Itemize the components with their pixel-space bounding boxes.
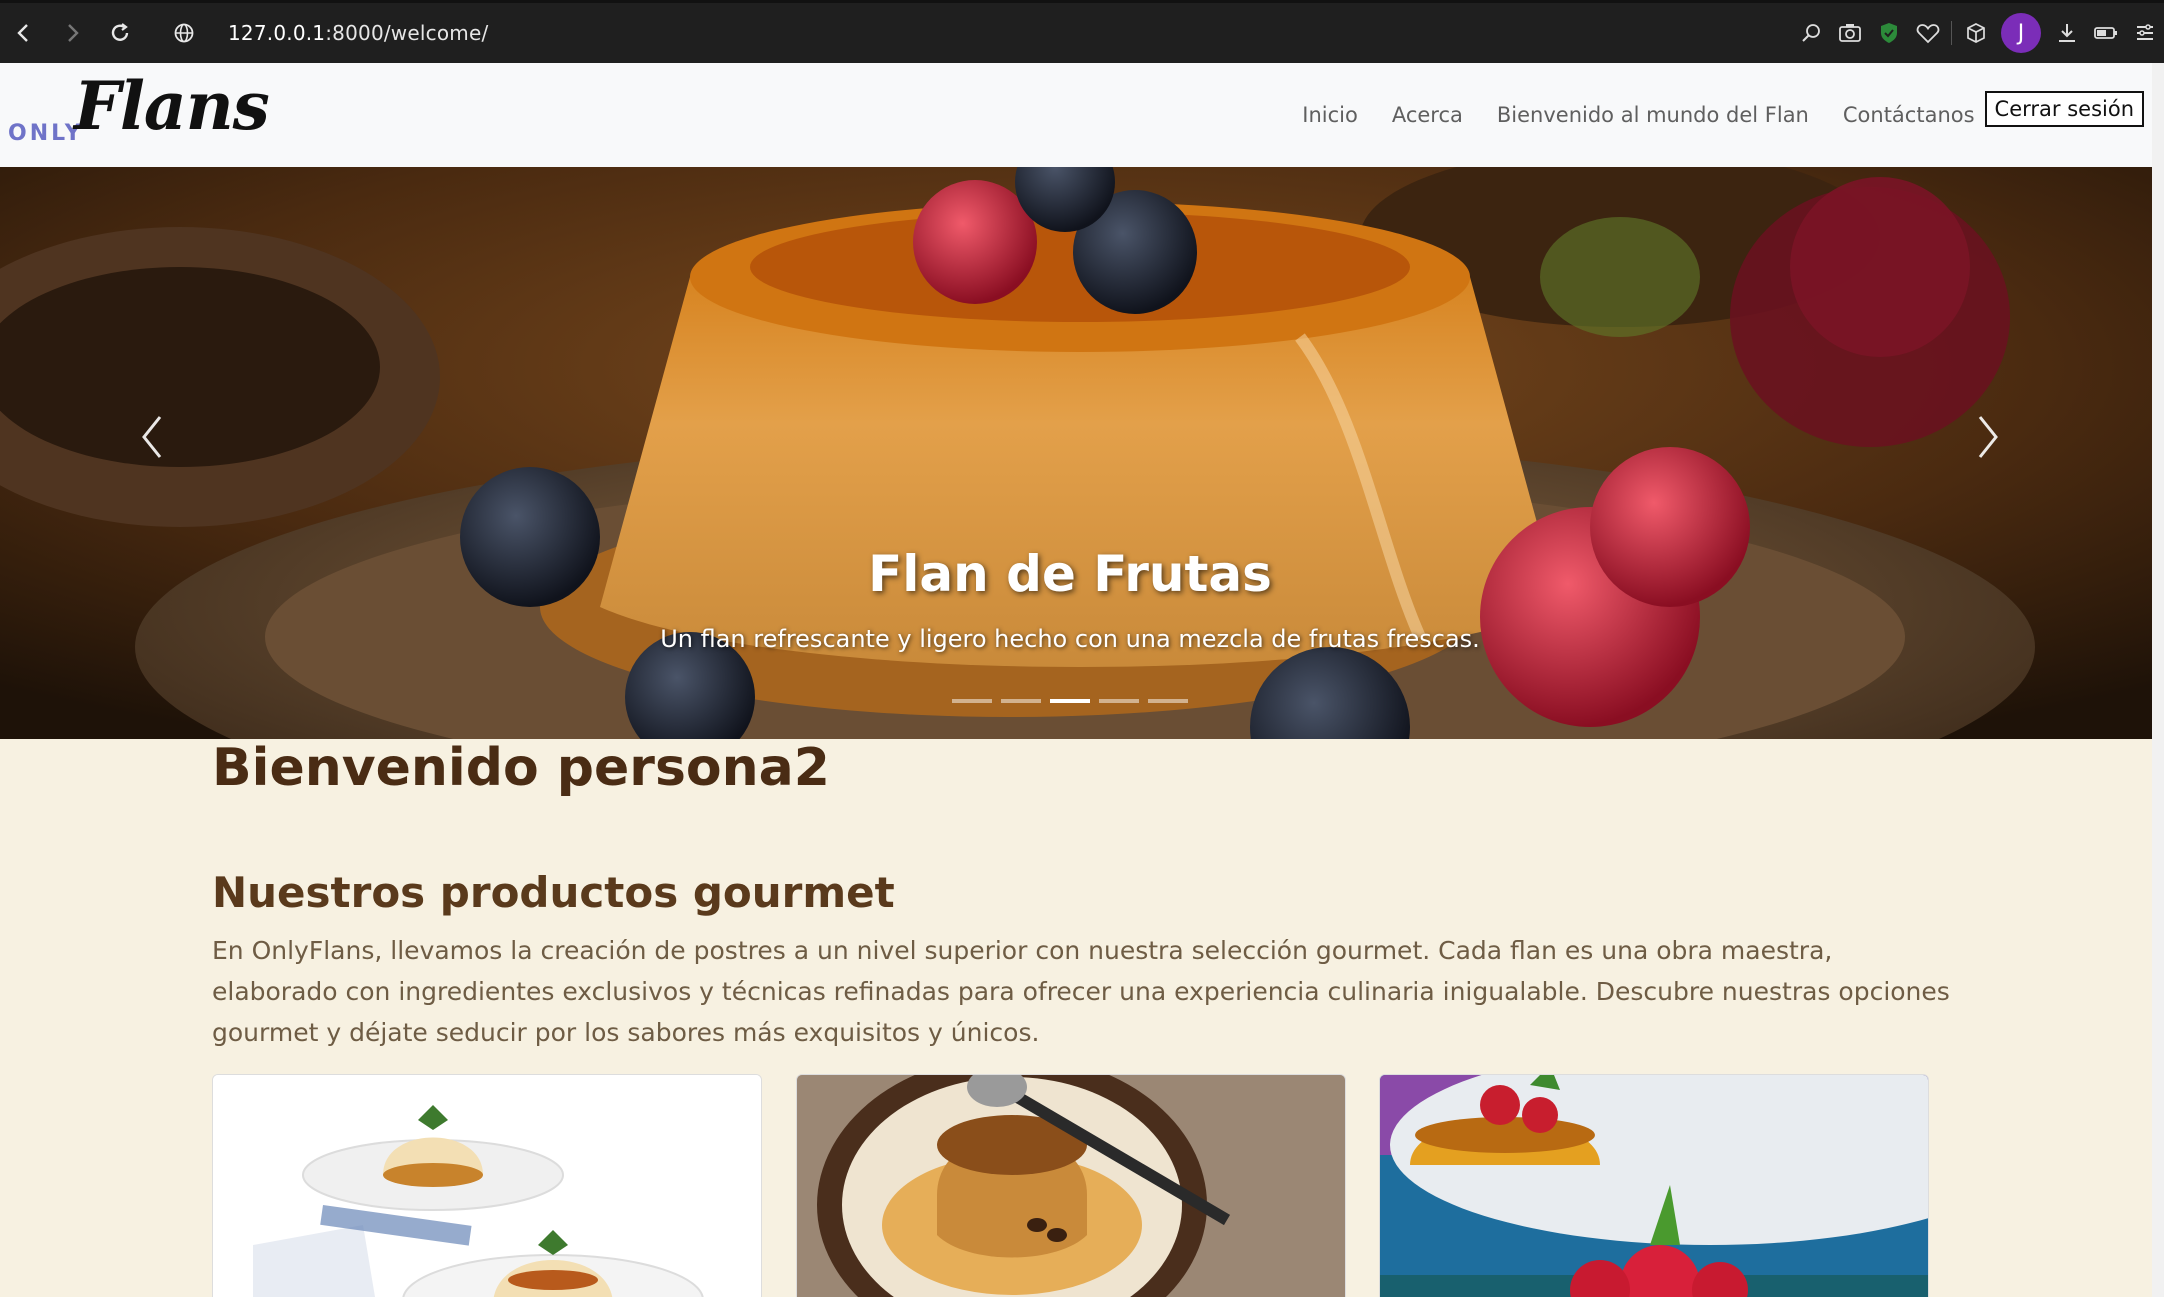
reload-icon[interactable] bbox=[96, 9, 144, 57]
url-host: 127.0.0.1 bbox=[228, 21, 326, 45]
menu-icon[interactable] bbox=[2125, 11, 2164, 55]
url-path: :8000/welcome/ bbox=[325, 21, 489, 45]
product-image bbox=[1380, 1075, 1928, 1297]
search-icon[interactable] bbox=[1791, 11, 1830, 55]
page-scrollbar[interactable] bbox=[2152, 63, 2164, 1297]
address-bar[interactable]: 127.0.0.1:8000/welcome/ bbox=[228, 21, 488, 45]
carousel-indicator[interactable] bbox=[1148, 699, 1188, 703]
logout-button[interactable]: Cerrar sesión bbox=[1984, 91, 2144, 127]
nav-link-acerca[interactable]: Acerca bbox=[1392, 103, 1463, 127]
carousel-next-button[interactable] bbox=[1958, 392, 2018, 482]
carousel-indicator[interactable] bbox=[952, 699, 992, 703]
logo-flans-text: Flans bbox=[74, 67, 270, 145]
shield-icon[interactable] bbox=[1869, 11, 1908, 55]
brand-logo[interactable]: ONLY Flans bbox=[8, 67, 270, 159]
carousel-indicators bbox=[952, 699, 1197, 703]
back-icon[interactable] bbox=[0, 9, 48, 57]
product-image bbox=[797, 1075, 1345, 1297]
products-description: En OnlyFlans, llevamos la creación de po… bbox=[212, 936, 1950, 1047]
browser-toolbar: 127.0.0.1:8000/welcome/ J bbox=[0, 0, 2164, 63]
carousel-slide-image bbox=[0, 167, 2152, 739]
carousel-indicator[interactable] bbox=[1099, 699, 1139, 703]
logo-only-text: ONLY bbox=[8, 121, 84, 146]
heart-icon[interactable] bbox=[1908, 11, 1947, 55]
forward-icon[interactable] bbox=[48, 9, 96, 57]
nav-link-bienvenido[interactable]: Bienvenido al mundo del Flan bbox=[1497, 103, 1809, 127]
battery-icon[interactable] bbox=[2086, 11, 2125, 55]
camera-icon[interactable] bbox=[1830, 11, 1869, 55]
carousel-caption-title: Flan de Frutas bbox=[868, 545, 1272, 603]
site-navbar: ONLY Flans Inicio Acerca Bienvenido al m… bbox=[0, 63, 2152, 167]
products-heading: Nuestros productos gourmet bbox=[212, 868, 895, 917]
cube-icon[interactable] bbox=[1956, 11, 1995, 55]
download-icon[interactable] bbox=[2047, 11, 2086, 55]
product-image bbox=[213, 1075, 761, 1297]
nav-link-inicio[interactable]: Inicio bbox=[1302, 103, 1358, 127]
browser-actions: J bbox=[1791, 3, 2164, 63]
carousel-caption-text: Un flan refrescante y ligero hecho con u… bbox=[660, 625, 1480, 653]
site-info-icon[interactable] bbox=[162, 11, 206, 55]
toolbar-separator bbox=[1951, 21, 1952, 45]
product-card[interactable] bbox=[212, 1074, 762, 1297]
welcome-heading: Bienvenido persona2 bbox=[212, 738, 830, 798]
carousel-prev-button[interactable] bbox=[122, 392, 182, 482]
nav-link-contactanos[interactable]: Contáctanos bbox=[1843, 103, 1975, 127]
hero-carousel: Flan de Frutas Un flan refrescante y lig… bbox=[0, 167, 2152, 739]
product-card[interactable] bbox=[1379, 1074, 1929, 1297]
profile-avatar[interactable]: J bbox=[2001, 13, 2041, 53]
carousel-indicator[interactable] bbox=[1001, 699, 1041, 703]
product-card[interactable] bbox=[796, 1074, 1346, 1297]
carousel-indicator-active[interactable] bbox=[1050, 699, 1090, 703]
nav-links: Inicio Acerca Bienvenido al mundo del Fl… bbox=[1268, 63, 2152, 167]
